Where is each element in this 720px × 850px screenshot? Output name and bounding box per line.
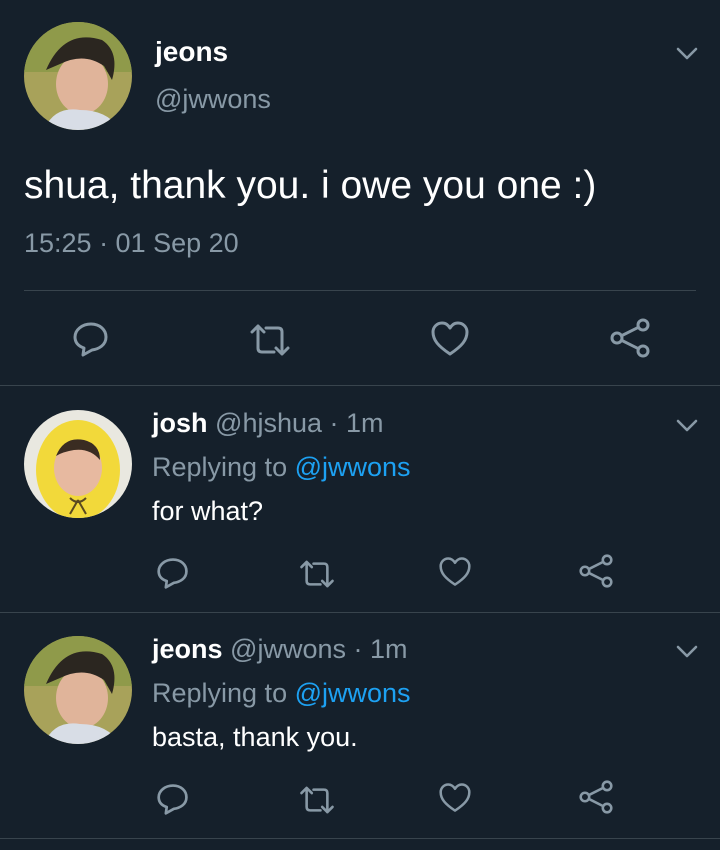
retweet-icon[interactable] bbox=[298, 784, 336, 816]
avatar-jeons[interactable] bbox=[24, 22, 132, 130]
reply-icon[interactable] bbox=[72, 320, 110, 358]
reply-icon[interactable] bbox=[156, 782, 190, 816]
reply-age: · 1m bbox=[329, 408, 384, 438]
replying-to: Replying to @jwwons bbox=[152, 678, 411, 709]
tweet-text: shua, thank you. i owe you one :) bbox=[24, 164, 597, 207]
tweet-timestamp: 15:25 · 01 Sep 20 bbox=[24, 228, 239, 258]
author-handle[interactable]: @jwwons bbox=[155, 84, 271, 115]
reply-age: · 1m bbox=[353, 634, 408, 664]
reply-text: for what? bbox=[152, 496, 264, 526]
replying-to-link[interactable]: @jwwons bbox=[295, 452, 411, 482]
reply-text: basta, thank you. bbox=[152, 722, 358, 752]
chevron-down-icon[interactable] bbox=[674, 412, 700, 438]
reply-author-handle[interactable]: @hjshua bbox=[215, 408, 322, 438]
like-icon[interactable] bbox=[438, 556, 472, 588]
chevron-down-icon[interactable] bbox=[674, 638, 700, 664]
share-icon[interactable] bbox=[578, 554, 614, 588]
reply-author-name[interactable]: josh bbox=[152, 408, 208, 438]
reply-header: jeons @jwwons · 1m bbox=[152, 634, 408, 665]
reply-header: josh @hjshua · 1m bbox=[152, 408, 384, 439]
replying-to-link[interactable]: @jwwons bbox=[295, 678, 411, 708]
share-icon[interactable] bbox=[609, 318, 651, 358]
divider bbox=[0, 838, 720, 839]
replying-to-label: Replying to bbox=[152, 452, 288, 482]
divider bbox=[0, 385, 720, 386]
reply-author-name[interactable]: jeons bbox=[152, 634, 223, 664]
share-icon[interactable] bbox=[578, 780, 614, 814]
replying-to: Replying to @jwwons bbox=[152, 452, 411, 483]
divider bbox=[24, 290, 696, 291]
avatar-jeons[interactable] bbox=[24, 636, 132, 744]
chevron-down-icon[interactable] bbox=[674, 40, 700, 66]
avatar-josh[interactable] bbox=[24, 410, 132, 518]
reply-author-handle[interactable]: @jwwons bbox=[230, 634, 346, 664]
divider bbox=[0, 612, 720, 613]
retweet-icon[interactable] bbox=[298, 558, 336, 590]
like-icon[interactable] bbox=[430, 320, 470, 358]
author-name[interactable]: jeons bbox=[155, 36, 228, 68]
like-icon[interactable] bbox=[438, 782, 472, 814]
replying-to-label: Replying to bbox=[152, 678, 288, 708]
reply-icon[interactable] bbox=[156, 556, 190, 590]
retweet-icon[interactable] bbox=[248, 322, 292, 358]
